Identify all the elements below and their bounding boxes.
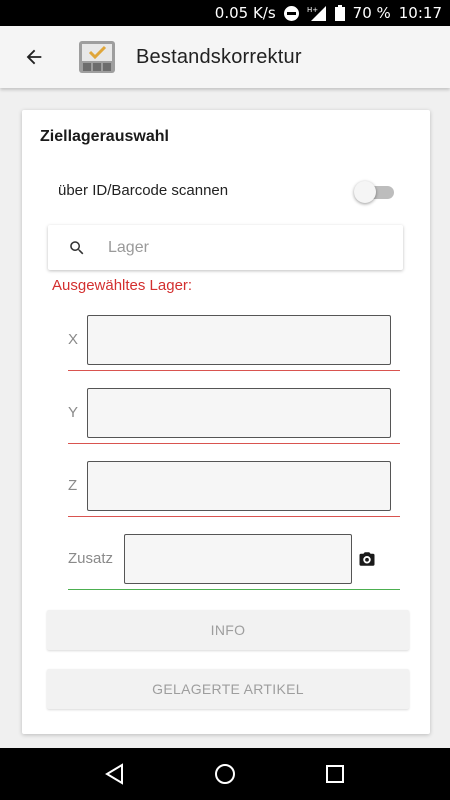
search-icon — [70, 240, 84, 254]
stored-items-button[interactable]: GELAGERTE ARTIKEL — [47, 669, 409, 709]
signal-icon: H+ — [307, 5, 327, 21]
nav-home-button[interactable] — [205, 754, 245, 794]
camera-icon[interactable] — [358, 550, 376, 568]
page-title: Bestandskorrektur — [136, 45, 302, 68]
nav-back-button[interactable] — [95, 754, 135, 794]
clock: 10:17 — [398, 4, 442, 22]
storage-search-box[interactable] — [48, 225, 403, 270]
battery-percent: 70 % — [352, 4, 391, 22]
info-button[interactable]: INFO — [47, 610, 409, 650]
app-bar: Bestandskorrektur — [0, 26, 450, 88]
home-circle-icon — [215, 764, 235, 784]
field-x-underline — [68, 370, 400, 371]
inventory-check-icon — [79, 41, 115, 73]
battery-icon — [334, 5, 345, 21]
field-x: X — [68, 315, 400, 377]
target-storage-card: Ziellagerauswahl über ID/Barcode scannen… — [22, 110, 430, 734]
selected-storage-label: Ausgewähltes Lager: — [52, 277, 193, 294]
back-button[interactable] — [6, 26, 62, 88]
field-z-label: Z — [68, 477, 78, 494]
field-zusatz: Zusatz — [68, 534, 400, 596]
field-x-input[interactable] — [87, 315, 391, 365]
field-z-input[interactable] — [87, 461, 391, 511]
arrow-back-icon — [26, 49, 42, 65]
recents-square-icon — [326, 765, 344, 783]
back-triangle-icon — [105, 763, 123, 785]
scan-toggle[interactable] — [354, 181, 394, 203]
field-y-input[interactable] — [87, 388, 391, 438]
system-nav-bar — [0, 748, 450, 800]
status-bar: 0.05 K/s H+ 70 % 10:17 — [0, 0, 450, 26]
search-input[interactable] — [108, 238, 368, 257]
toggle-thumb — [354, 181, 376, 203]
network-speed: 0.05 K/s — [214, 4, 276, 22]
svg-text:H+: H+ — [307, 6, 318, 14]
field-y-label: Y — [68, 404, 79, 421]
field-zusatz-input[interactable] — [124, 534, 352, 584]
field-z: Z — [68, 461, 400, 523]
scan-toggle-label: über ID/Barcode scannen — [58, 182, 229, 199]
field-y: Y — [68, 388, 400, 450]
nav-recents-button[interactable] — [315, 754, 355, 794]
field-zusatz-label: Zusatz — [68, 550, 114, 567]
field-x-label: X — [68, 331, 79, 348]
field-z-underline — [68, 516, 400, 517]
field-y-underline — [68, 443, 400, 444]
card-title: Ziellagerauswahl — [40, 128, 169, 145]
do-not-disturb-icon — [283, 5, 299, 21]
field-zusatz-underline — [68, 589, 400, 590]
